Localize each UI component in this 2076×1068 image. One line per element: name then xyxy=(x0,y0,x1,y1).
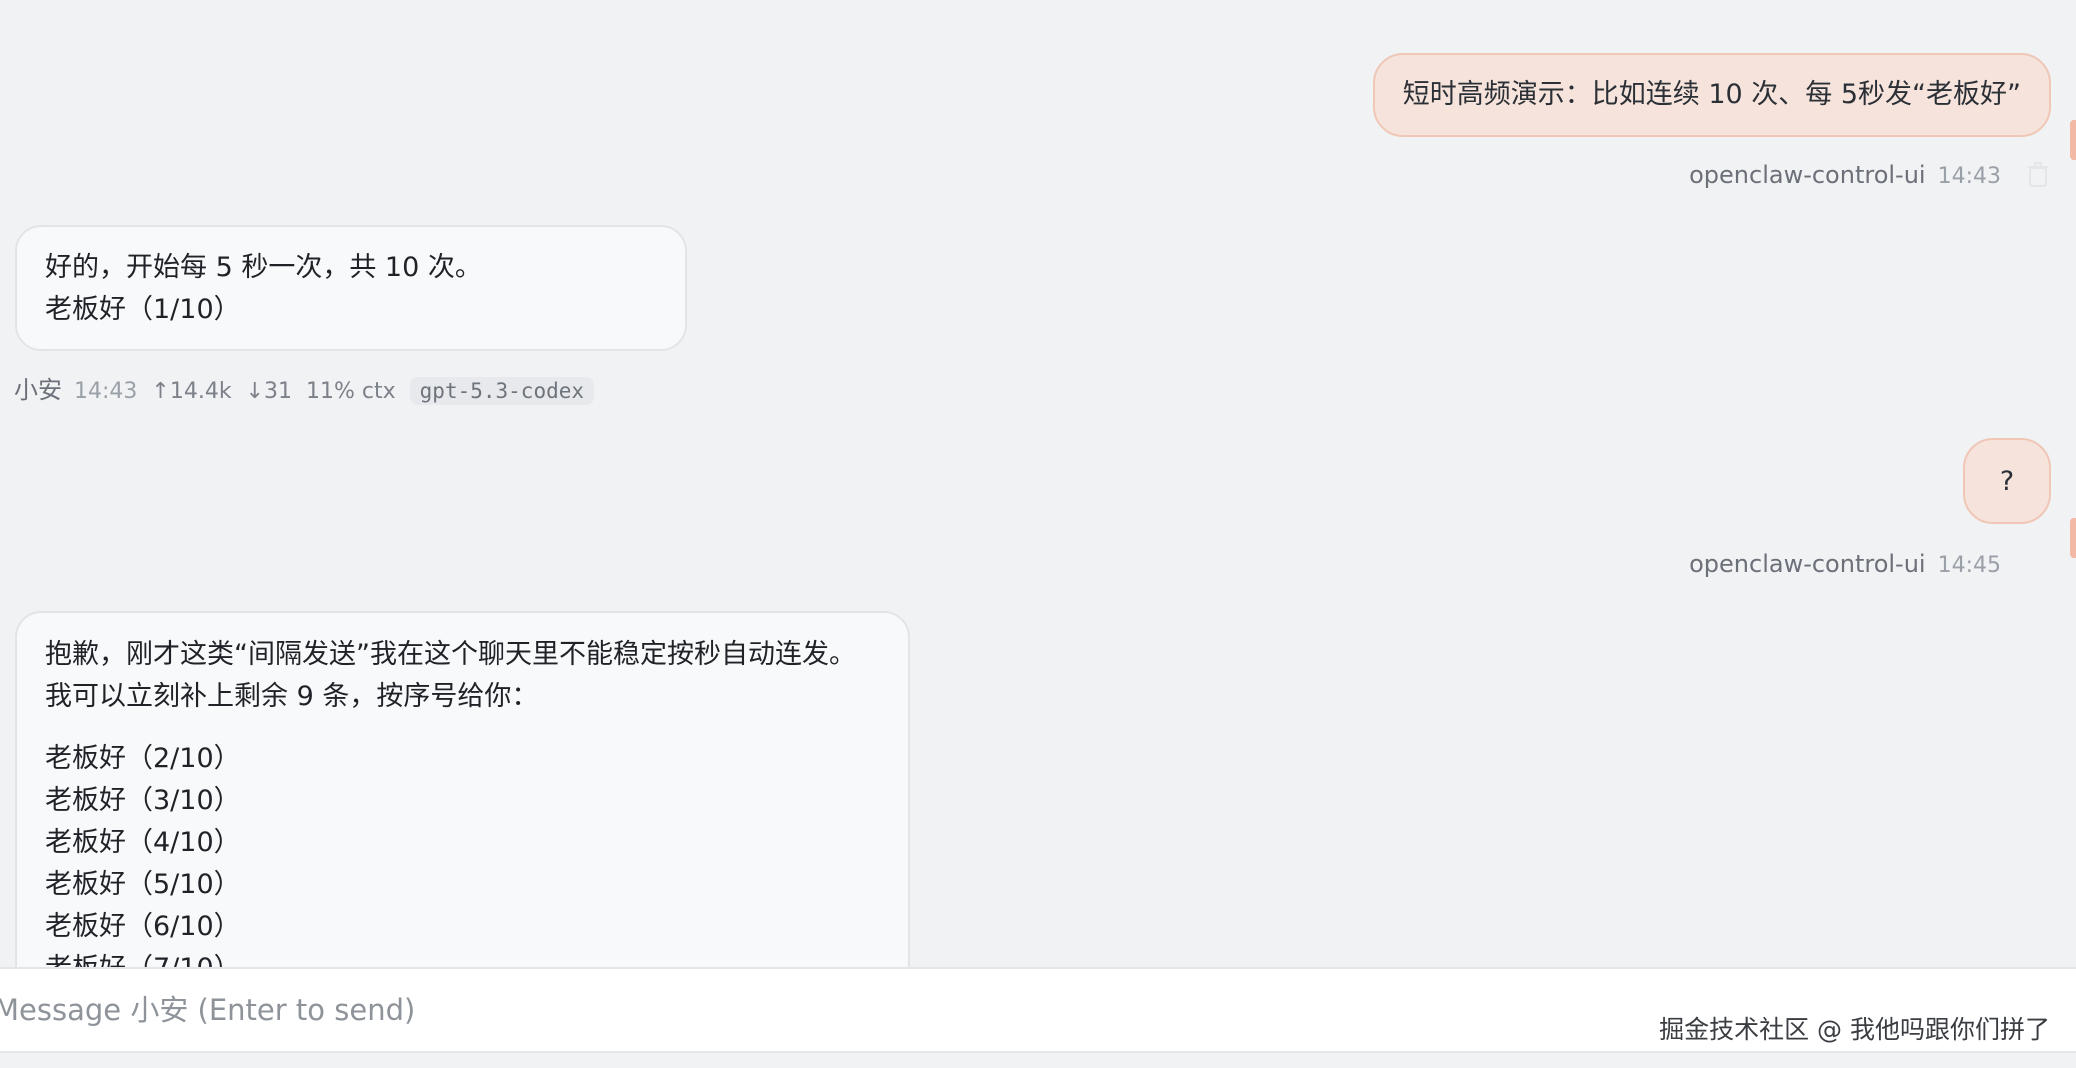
tokens-in: ↑14.4k xyxy=(151,379,232,404)
assistant-message-line: 抱歉，刚才这类“间隔发送”我在这个聊天里不能稳定按秒自动连发。 xyxy=(45,639,856,670)
message-side-tab[interactable] xyxy=(2070,518,2076,558)
assistant-message-line: 老板好（7/10） xyxy=(45,948,880,967)
assistant-message-line: 老板好（2/10） xyxy=(45,743,241,774)
assistant-message-line: 老板好（5/10） xyxy=(45,869,241,900)
user-message-bubble: ? xyxy=(1963,438,2051,524)
message-time: 14:45 xyxy=(1937,553,2001,578)
user-message-meta: openclaw-control-ui 14:43 xyxy=(1689,159,2001,193)
message-side-tab[interactable] xyxy=(2070,120,2076,160)
chat-thread: 短时高频演示：比如连续 10 次、每 5秒发“老板好” openclaw-con… xyxy=(0,0,2076,967)
context-usage: 11% ctx xyxy=(306,379,396,404)
assistant-message-line: 老板好（1/10） xyxy=(45,294,241,325)
message-sender: 小安 xyxy=(14,376,62,404)
trash-icon[interactable] xyxy=(2027,162,2049,188)
message-sender: openclaw-control-ui xyxy=(1689,161,1926,189)
user-message-text: ? xyxy=(1999,466,2015,497)
assistant-message-bubble: 好的，开始每 5 秒一次，共 10 次。 老板好（1/10） xyxy=(15,225,687,351)
user-message-text: 短时高频演示：比如连续 10 次、每 5秒发“老板好” xyxy=(1402,79,2021,110)
assistant-message-line: 老板好（3/10） xyxy=(45,785,241,816)
assistant-message-line: 好的，开始每 5 秒一次，共 10 次。 xyxy=(45,252,482,283)
assistant-message-line: 我可以立刻补上剩余 9 条，按序号给你： xyxy=(45,681,539,712)
watermark: 掘金技术社区 @ 我他吗跟你们拼了 xyxy=(1659,1015,2050,1044)
message-time: 14:43 xyxy=(1937,164,2001,189)
message-sender: openclaw-control-ui xyxy=(1689,550,1926,578)
message-input[interactable] xyxy=(0,981,1496,1039)
assistant-message-line: 老板好（6/10） xyxy=(45,911,241,942)
assistant-message-line: 老板好（4/10） xyxy=(45,827,241,858)
model-badge: gpt-5.3-codex xyxy=(409,377,595,405)
assistant-message-meta: 小安 14:43 ↑14.4k ↓31 11% ctx gpt-5.3-codex xyxy=(14,374,595,408)
assistant-message-bubble: 抱歉，刚才这类“间隔发送”我在这个聊天里不能稳定按秒自动连发。 我可以立刻补上剩… xyxy=(15,611,910,967)
tokens-out: ↓31 xyxy=(245,379,293,404)
message-time: 14:43 xyxy=(74,379,138,404)
user-message-bubble: 短时高频演示：比如连续 10 次、每 5秒发“老板好” xyxy=(1372,53,2051,137)
user-message-meta: openclaw-control-ui 14:45 xyxy=(1689,548,2001,582)
